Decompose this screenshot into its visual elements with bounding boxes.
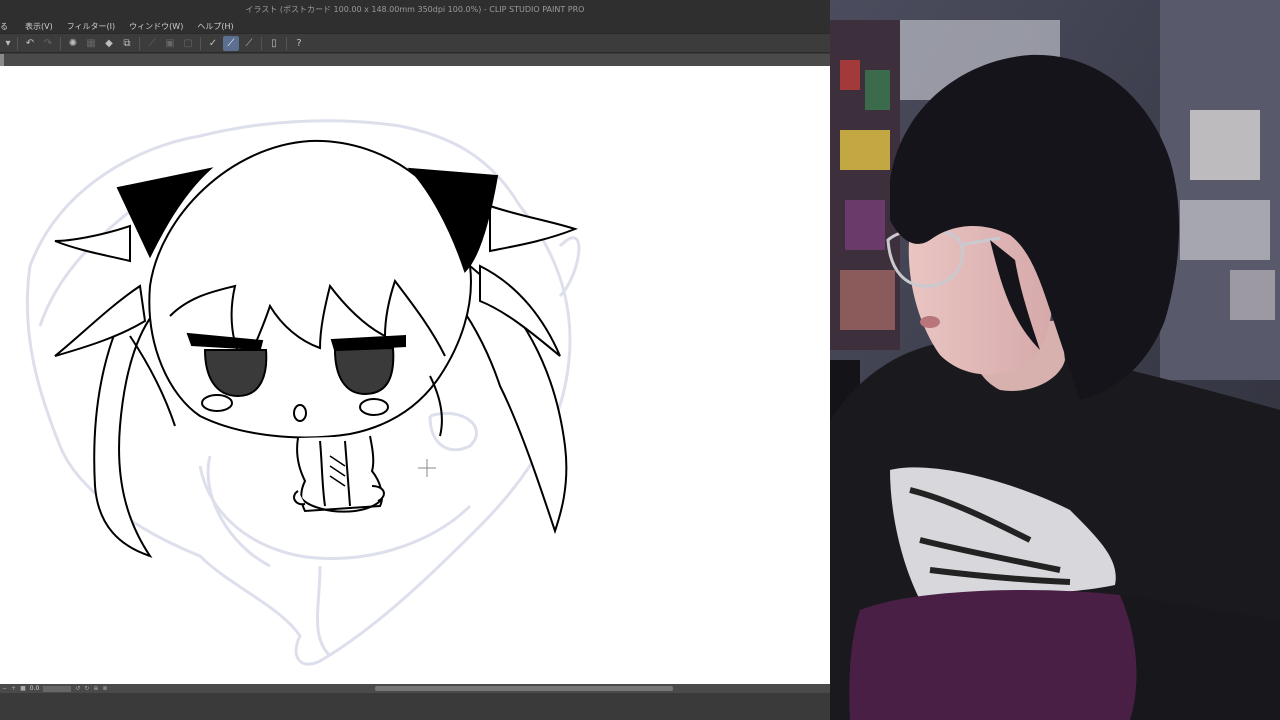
drawing-canvas[interactable] — [0, 66, 830, 684]
menu-view[interactable]: 表示(V) — [18, 21, 60, 32]
toolbar-separator — [286, 36, 287, 50]
chair — [849, 590, 1137, 720]
toolbar-separator — [261, 36, 262, 50]
crop-icon[interactable]: ▣ — [162, 36, 178, 51]
cursor-crosshair-icon — [418, 459, 436, 477]
snap-to-special-ruler-icon[interactable]: ✓ — [205, 36, 221, 51]
select-all-icon[interactable]: ⧉ — [119, 36, 135, 51]
chibi-catgirl-drawing — [25, 119, 581, 666]
ruler-icon[interactable]: ▢ — [180, 36, 196, 51]
toolbar-separator — [60, 36, 61, 50]
ink-layer — [54, 139, 578, 558]
fill-icon[interactable]: ▦ — [83, 36, 99, 51]
webcam-feed — [830, 0, 1280, 720]
rotate-right-icon[interactable]: ↻ — [84, 685, 89, 693]
toolbar-separator — [139, 36, 140, 50]
horizontal-scrollbar[interactable] — [375, 686, 673, 691]
deselect-icon[interactable]: ⟋ — [144, 36, 160, 51]
clip-studio-window: イラスト (ポストカード 100.00 x 148.00mm 350dpi 10… — [0, 0, 830, 720]
status-bar: − + ■ 0.0 ↺ ↻ ⊕ ⊗ — [0, 684, 830, 693]
clear-icon[interactable]: ✺ — [65, 36, 81, 51]
flip-icon[interactable]: ⊗ — [102, 685, 107, 693]
window-title-bar: イラスト (ポストカード 100.00 x 148.00mm 350dpi 10… — [0, 0, 830, 19]
undo-icon[interactable]: ↶ — [22, 36, 38, 51]
lasso-icon[interactable]: ⟋ — [241, 36, 257, 51]
menu-help[interactable]: ヘルプ(H) — [190, 21, 240, 32]
webcam-image — [830, 0, 1280, 720]
transform-icon[interactable]: ◆ — [101, 36, 117, 51]
rotation-reset-icon[interactable]: ⊕ — [93, 685, 98, 693]
snap-to-grid-icon[interactable]: ⟋ — [223, 35, 239, 51]
tablet-icon[interactable]: ▯ — [266, 36, 282, 51]
menu-window[interactable]: ウィンドウ(W) — [122, 21, 190, 32]
command-bar: ▾ ↶ ↷ ✺ ▦ ◆ ⧉ ⟋ ▣ ▢ ✓ ⟋ ⟋ ▯ ? — [0, 33, 830, 53]
menu-filter[interactable]: フィルター(I) — [60, 21, 122, 32]
window-title: イラスト (ポストカード 100.00 x 148.00mm 350dpi 10… — [245, 5, 585, 14]
canvas-tab-bar — [0, 54, 830, 66]
zoom-slider[interactable] — [43, 685, 72, 692]
zoom-in-icon[interactable]: + — [11, 685, 16, 693]
redo-icon[interactable]: ↷ — [40, 36, 56, 51]
zoom-value[interactable]: 0.0 — [30, 685, 40, 692]
bottom-panel — [0, 693, 830, 720]
toolbar-separator — [17, 36, 18, 50]
zoom-out-icon[interactable]: − — [2, 685, 7, 693]
help-icon[interactable]: ? — [291, 36, 307, 51]
fit-icon[interactable]: ■ — [20, 685, 26, 693]
canvas-tab[interactable] — [0, 54, 4, 66]
toolbar-separator — [200, 36, 201, 50]
menu-bar: る 表示(V) フィルター(I) ウィンドウ(W) ヘルプ(H) — [0, 19, 830, 33]
rotate-left-icon[interactable]: ↺ — [75, 685, 80, 693]
menu-dropdown-icon[interactable]: ▾ — [3, 36, 13, 51]
menu-edit-partial[interactable]: る — [0, 21, 18, 32]
